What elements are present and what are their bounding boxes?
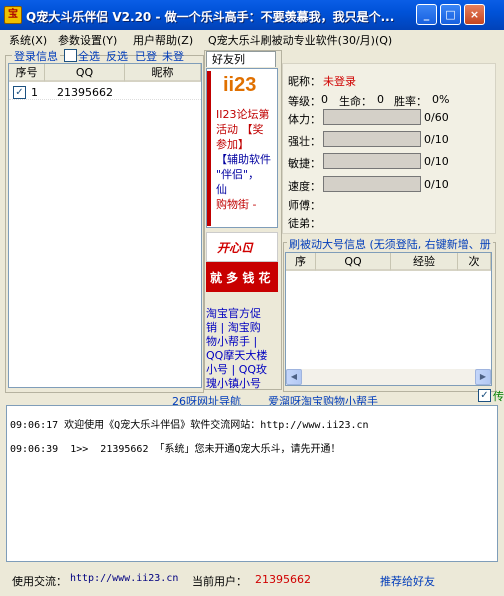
menu-help[interactable]: 用户帮助(Z) (133, 32, 193, 48)
strength-label: 强壮： (288, 135, 321, 148)
red-divider (207, 71, 211, 226)
current-user-value: 21395662 (255, 573, 311, 586)
brush-list[interactable]: 序 QQ 经验 次 ◀ ▶ (285, 252, 492, 386)
row-index: 1 (31, 86, 38, 99)
life-value: 0 (377, 93, 384, 106)
log-line: 09:06:39 1>> 21395662 「系统」您未开通Q宠大乐斗，请先开通… (10, 444, 341, 455)
account-list[interactable]: 序号 QQ 昵称 ✓ 1 21395662 (8, 63, 202, 388)
stamina-bar (323, 109, 421, 125)
row-qq: 21395662 (57, 86, 113, 99)
strength-bar (323, 131, 421, 147)
winrate-value: 0% (432, 93, 450, 106)
banner-money[interactable]: 就 多 钱 花 (206, 262, 278, 292)
banner-happy[interactable]: 开心ㄖ (206, 232, 278, 262)
app-icon[interactable]: 宝 (4, 6, 22, 24)
ii23-logo[interactable]: ii23 (223, 74, 256, 97)
menu-system[interactable]: 系统(X) (9, 32, 47, 48)
login-group-label: 登录信息 (12, 48, 60, 64)
column-nickname[interactable]: 昵称 (125, 64, 201, 82)
life-label: 生命： (339, 95, 372, 108)
stamina-value: 0/60 (424, 111, 449, 124)
column-exp[interactable]: 经验 (391, 253, 458, 271)
speed-bar (323, 176, 421, 192)
column-seq[interactable]: 序 (286, 253, 316, 271)
maximize-button[interactable]: □ (440, 4, 461, 25)
brush-checkbox[interactable]: ✓ (478, 389, 491, 402)
column-brush-qq[interactable]: QQ (316, 253, 391, 271)
level-label: 等级： (288, 95, 321, 108)
scroll-right-button[interactable]: ▶ (475, 369, 491, 385)
horizontal-scrollbar[interactable]: ◀ ▶ (286, 369, 491, 385)
winrate-label: 胜率： (394, 95, 427, 108)
logged-in-link[interactable]: 已登 (135, 48, 157, 64)
invert-link[interactable]: 反选 (106, 48, 128, 64)
column-qq[interactable]: QQ (45, 64, 125, 82)
speed-value: 0/10 (424, 178, 449, 191)
window-title: Q宠大斗乐伴侣 V2.20 - 做一个乐斗高手：不要羡慕我，我只是个... (26, 10, 395, 24)
stamina-label: 体力： (288, 113, 321, 126)
nick-value: 未登录 (323, 75, 356, 88)
log-panel[interactable]: 09:06:17 欢迎使用《Q宠大乐斗伴侣》软件交流网站：http://www.… (6, 405, 498, 562)
master-label: 师傅： (288, 199, 321, 212)
current-user-label: 当前用户： (192, 575, 247, 588)
menu-bar: 系统(X) 参数设置(Y) 用户帮助(Z) Q宠大乐斗刷被动专业软件(30/月)… (0, 30, 504, 48)
tab-friends[interactable]: 好友列 (206, 51, 276, 67)
strength-value: 0/10 (424, 133, 449, 146)
select-all-checkbox[interactable] (64, 49, 77, 62)
speed-label: 速度： (288, 180, 321, 193)
column-times[interactable]: 次 (458, 253, 491, 271)
ad-text[interactable]: II23论坛第 活动 【奖 参加】 【辅助软件 "伴侣"， 仙 购物街 - (216, 107, 271, 212)
agility-label: 敏捷： (288, 157, 321, 170)
menu-brush-software[interactable]: Q宠大乐斗刷被动专业软件(30/月)(Q) (208, 32, 392, 48)
close-button[interactable]: × (464, 4, 485, 25)
minimize-button[interactable]: _ (416, 4, 437, 25)
recommend-link[interactable]: 推荐给好友 (380, 573, 435, 589)
status-bar: 使用交流： http://www.ii23.cn 当前用户： 21395662 … (0, 566, 504, 596)
title-bar[interactable]: 宝 Q宠大斗乐伴侣 V2.20 - 做一个乐斗高手：不要羡慕我，我只是个... … (0, 0, 504, 30)
brush-checkbox-label: 传 (493, 390, 504, 403)
exchange-url[interactable]: http://www.ii23.cn (70, 573, 178, 584)
row-checkbox[interactable]: ✓ (13, 86, 26, 99)
menu-settings[interactable]: 参数设置(Y) (58, 32, 117, 48)
apprentice-label: 徒弟： (288, 217, 321, 230)
brush-group-label: 刷被动大号信息 (无须登陆, 右键新增、册 (287, 236, 493, 252)
exchange-label: 使用交流： (12, 575, 67, 588)
not-logged-link[interactable]: 未登 (162, 48, 184, 64)
profile-panel: 昵称： 未登录 等级： 0 生命： 0 胜率： 0% 体力： 0/60 强壮： … (282, 63, 496, 234)
level-value: 0 (321, 93, 328, 106)
ad-browser[interactable]: ii23 II23论坛第 活动 【奖 参加】 【辅助软件 "伴侣"， 仙 购物街… (206, 68, 278, 228)
log-line: 09:06:17 欢迎使用《Q宠大乐斗伴侣》软件交流网站：http://www.… (10, 420, 369, 431)
table-row[interactable]: ✓ 1 21395662 (9, 84, 201, 100)
nick-label: 昵称： (288, 75, 321, 88)
column-index[interactable]: 序号 (9, 64, 45, 82)
scroll-left-button[interactable]: ◀ (286, 369, 302, 385)
shop-links[interactable]: 淘宝官方促 销 | 淘宝购 物小帮手 | QQ摩天大楼 小号 | QQ玫 瑰小镇… (206, 307, 280, 391)
select-all-link[interactable]: 全选 (78, 48, 100, 64)
agility-value: 0/10 (424, 155, 449, 168)
agility-bar (323, 153, 421, 169)
